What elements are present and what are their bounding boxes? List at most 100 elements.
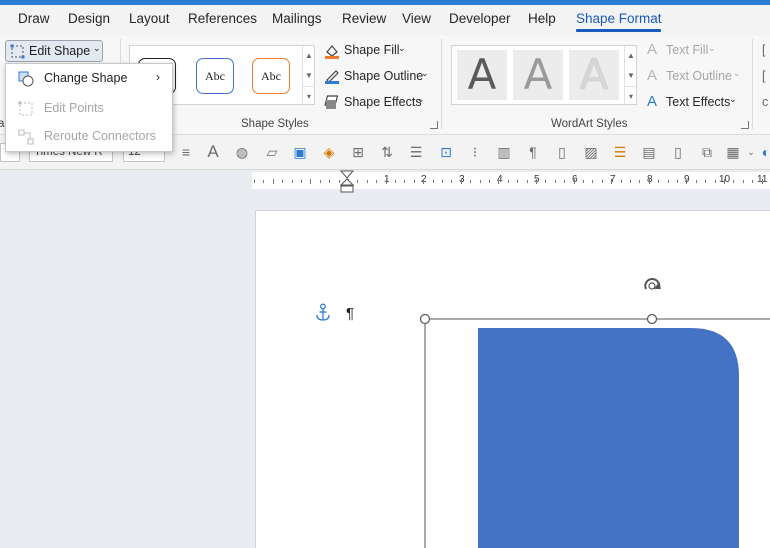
wordart-style-3[interactable]: A	[569, 50, 619, 100]
tab-view[interactable]: View	[402, 11, 431, 26]
text-direction-icon[interactable]: [	[762, 69, 765, 83]
text-outline-button[interactable]: Text Outline	[666, 69, 732, 83]
tab-design[interactable]: Design	[68, 11, 110, 26]
shape-style-thumb-3[interactable]: Abc	[252, 58, 290, 94]
tab-mailings[interactable]: Mailings	[272, 11, 322, 26]
table-select-icon[interactable]: ⊞	[349, 143, 367, 161]
indent-marker-icon[interactable]	[340, 170, 354, 194]
tab-layout[interactable]: Layout	[129, 11, 170, 26]
ruler-tick	[677, 180, 678, 183]
ruler-tick	[526, 180, 528, 183]
ruler-tick	[686, 179, 688, 184]
ruler-tick	[545, 180, 547, 183]
selected-shape[interactable]	[416, 272, 770, 548]
chevron-down-icon[interactable]: ⌄	[398, 43, 406, 54]
chevron-down-icon[interactable]: ⌄	[417, 94, 425, 105]
reroute-connectors-icon	[18, 129, 34, 145]
menu-item-change-shape[interactable]: Change Shape ›	[6, 65, 172, 93]
menu-item-reroute-connectors[interactable]: Reroute Connectors	[6, 123, 172, 151]
text-box-icon[interactable]: [	[762, 43, 765, 57]
ruler-tick	[254, 180, 255, 183]
gallery-scroll-down-icon[interactable]: ▼	[625, 66, 637, 86]
shape-outline-button[interactable]: Shape Outline	[344, 69, 423, 83]
ruler-tick	[329, 180, 331, 183]
gallery-scroll-up-icon[interactable]: ▲	[303, 46, 315, 66]
menu-item-edit-points[interactable]: Edit Points	[6, 95, 172, 123]
gallery-more-icon[interactable]: ▾	[303, 86, 315, 106]
borders-icon[interactable]: ☰	[611, 143, 629, 161]
table-icon[interactable]: ▦	[724, 143, 742, 161]
ruler-tick	[319, 180, 321, 183]
shape-fill-icon	[325, 45, 339, 59]
edit-shape-button[interactable]: Edit Shape ⌄	[5, 40, 103, 62]
anchor-icon	[316, 303, 330, 321]
ruler-tick	[611, 179, 613, 184]
style-inspector-icon[interactable]: ▱	[263, 143, 281, 161]
wordart-style-1[interactable]: A	[457, 50, 507, 100]
select-objects-icon[interactable]: ◈	[320, 143, 338, 161]
gallery-scroll-up-icon[interactable]: ▲	[625, 46, 637, 66]
show-formatting-icon[interactable]: ¶	[524, 143, 542, 161]
ruler-tick	[489, 180, 490, 183]
shape-effects-button[interactable]: Shape Effects	[344, 95, 422, 109]
chevron-down-icon: ⌄	[708, 43, 716, 53]
ruler-tick	[272, 179, 274, 184]
ruler-tick	[564, 180, 566, 183]
text-fill-button[interactable]: Text Fill	[666, 43, 708, 57]
ruler-tick	[733, 180, 735, 183]
sort-icon[interactable]: ⇅	[378, 143, 396, 161]
document-icon[interactable]: ▤	[640, 143, 658, 161]
wordart-style-2[interactable]: A	[513, 50, 563, 100]
edit-shape-icon	[10, 44, 25, 59]
text-wrap-icon[interactable]: ⊡	[437, 143, 455, 161]
ruler-tick	[413, 180, 415, 183]
ruler-tick	[460, 179, 462, 184]
ruler-tick	[366, 180, 368, 183]
ruler-tick	[724, 179, 725, 184]
ruler-tick	[630, 180, 631, 183]
text-effects-button[interactable]: Text Effects	[666, 95, 730, 109]
active-tab-indicator	[576, 29, 661, 32]
share-icon[interactable]: ◐	[757, 143, 770, 161]
rounded-rectangle-shape	[478, 328, 739, 548]
bullets-icon[interactable]: ⁝	[466, 143, 484, 161]
tab-developer[interactable]: Developer	[449, 11, 511, 26]
page-icon[interactable]: ▯	[669, 143, 687, 161]
ruler-tick	[507, 180, 509, 183]
wordart-styles-launcher-icon[interactable]	[741, 121, 749, 129]
numbering-icon[interactable]: ▥	[495, 143, 513, 161]
shape-style-thumb-2[interactable]: Abc	[196, 58, 234, 94]
ruler-tick	[592, 180, 594, 183]
ruler-tick	[648, 179, 650, 184]
tab-draw[interactable]: Draw	[18, 11, 50, 26]
chevron-down-icon[interactable]: ⌄	[729, 94, 737, 105]
ruler-tick	[705, 180, 707, 183]
line-spacing-icon[interactable]: ☰	[407, 143, 425, 161]
tab-references[interactable]: References	[188, 11, 257, 26]
text-box-icon[interactable]: ▣	[291, 143, 309, 161]
ruler-tick	[479, 180, 481, 183]
horizontal-ruler[interactable]: 1 2 3 4 5 6 7 8 9 10 11	[252, 172, 770, 189]
tab-help[interactable]: Help	[528, 11, 556, 26]
group-separator	[752, 39, 753, 129]
tab-shape-format[interactable]: Shape Format	[576, 11, 662, 26]
text-fill-icon: A	[647, 41, 658, 58]
gallery-scroll-down-icon[interactable]: ▼	[303, 66, 315, 86]
group-objects-icon[interactable]: ⧉	[698, 143, 716, 161]
shading-icon[interactable]: ◍	[233, 143, 251, 161]
shape-styles-launcher-icon[interactable]	[430, 121, 438, 129]
ruler-tick	[583, 180, 584, 183]
shape-styles-group-label: Shape Styles	[241, 118, 309, 130]
shape-fill-button[interactable]: Shape Fill	[344, 43, 400, 57]
ruler-tick	[357, 180, 359, 183]
ruler-tick	[536, 179, 537, 184]
menu-item-label: Edit Points	[44, 101, 104, 115]
font-icon[interactable]: A	[204, 143, 222, 161]
tab-review[interactable]: Review	[342, 11, 386, 26]
picture-icon[interactable]: ▨	[582, 143, 600, 161]
gallery-more-icon[interactable]: ▾	[625, 86, 637, 106]
chevron-down-icon[interactable]: ⌄	[421, 68, 429, 79]
paragraph-format-icon[interactable]: ≡	[177, 143, 195, 161]
new-document-icon[interactable]: ▯	[553, 143, 571, 161]
create-link-icon[interactable]: c	[762, 95, 768, 109]
